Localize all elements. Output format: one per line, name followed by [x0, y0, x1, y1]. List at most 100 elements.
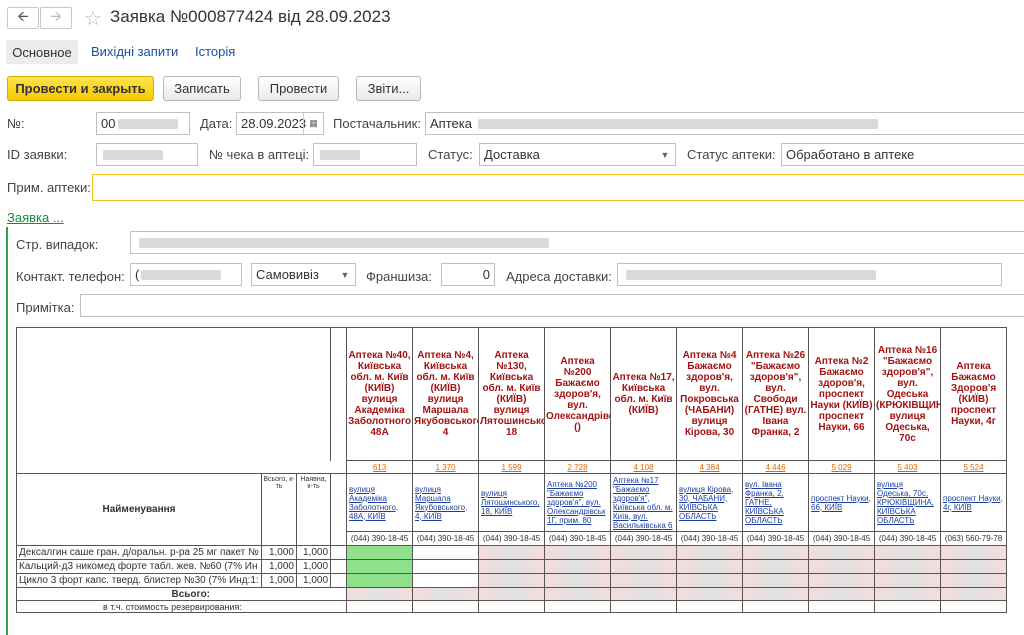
reserve-cost-label: в т.ч. стоимость резервирования: [15, 600, 348, 613]
pharmacy-header-9: Аптека №16 "Бажаємо здоров'я", вул. Одес… [874, 327, 942, 461]
pharmacy-address-6[interactable]: вулиця Кірова, 30, ЧАБАНИ, КИЇВСЬКА ОБЛА… [676, 473, 744, 532]
page-title: Заявка №000877424 від 28.09.2023 [110, 7, 391, 26]
pharmacy-phone-8: (044) 390-18-45 [808, 531, 876, 546]
pharmacy-phone-2: (044) 390-18-45 [412, 531, 480, 546]
pharmacy-comparison-table: Аптека №40, Київська обл. м. Київ (КИЇВ)… [15, 327, 1008, 613]
pharmacy-status-label: Статус аптеки: [687, 147, 776, 162]
forward-button[interactable]: 🡪 [40, 7, 72, 29]
pharmacy-address-10[interactable]: проспект Науки, 4г, КИЇВ [940, 473, 1008, 532]
price-cell[interactable] [346, 573, 414, 588]
chevron-down-icon[interactable]: ▼ [655, 144, 675, 165]
price-cell[interactable] [346, 545, 414, 560]
pickup-select[interactable]: Самовивіз ▼ [251, 263, 356, 286]
item-total-qty: 1,000 [261, 559, 297, 574]
pharmacy-header-1: Аптека №40, Київська обл. м. Київ (КИЇВ)… [346, 327, 414, 461]
pharmacy-phone-6: (044) 390-18-45 [676, 531, 744, 546]
pharmacy-number-8[interactable]: 5 029 [808, 460, 876, 474]
total-qty-header: Всього, к-ть [261, 473, 297, 546]
total-row-label: Всього: [15, 587, 348, 601]
reports-button[interactable]: Звіти... [356, 76, 421, 101]
pharmacy-address-1[interactable]: вулиця Академіка Заболотного, 48А, КИЇВ [346, 473, 414, 532]
pharmacy-address-9[interactable]: вулиця Одеська, 70с, КРЮКІВЩИНА, КИЇВСЬК… [874, 473, 942, 532]
table-row[interactable]: Кальций-д3 никомед форте табл. жев. №60 … [16, 559, 1008, 574]
pharmacy-header-7: Аптека №26 "Бажаємо здоров'я", вул. Своб… [742, 327, 810, 461]
pharmacy-address-2[interactable]: вулиця Маршала Якубовського, 4, КИЇВ [412, 473, 480, 532]
status-label: Статус: [428, 147, 473, 162]
item-name: Цикло 3 форт капс. тверд. блистер №30 (7… [16, 573, 262, 588]
pharmacy-number-1[interactable]: 613 [346, 460, 414, 474]
pharmacy-number-9[interactable]: 5 403 [874, 460, 942, 474]
post-button[interactable]: Провести [258, 76, 339, 101]
save-button[interactable]: Записать [163, 76, 241, 101]
pharmacy-phone-3: (044) 390-18-45 [478, 531, 546, 546]
table-row[interactable]: Цикло 3 форт капс. тверд. блистер №30 (7… [16, 573, 1008, 588]
pharmacy-header-4: Аптека №200 Бажаємо здоров'я, вул. Олекс… [544, 327, 612, 461]
supplier-field[interactable]: Аптека [425, 112, 1024, 135]
pharmacy-number-3[interactable]: 1 599 [478, 460, 546, 474]
pharmacy-address-8[interactable]: проспект Науки, 66, КИЇВ [808, 473, 876, 532]
franchise-label: Франшиза: [366, 269, 433, 284]
pharmacy-phone-7: (044) 390-18-45 [742, 531, 810, 546]
delivery-address-label: Адреса доставки: [506, 269, 612, 284]
pharmacy-number-2[interactable]: 1 370 [412, 460, 480, 474]
pharmacy-number-7[interactable]: 4 446 [742, 460, 810, 474]
item-available-qty: 1,000 [295, 559, 332, 574]
table-corner [15, 327, 332, 461]
pharmacy-address-4[interactable]: Аптека №200 "Бажаємо здоров'я", вул. Оле… [544, 473, 612, 532]
pharmacy-phone-4: (044) 390-18-45 [544, 531, 612, 546]
pharmacy-header-5: Аптека №17, Київська обл. м. Київ (КИЇВ) [610, 327, 678, 461]
back-button[interactable]: 🡨 [7, 7, 39, 29]
pharmacy-header-2: Аптека №4, Київська обл. м. Київ (КИЇВ) … [412, 327, 480, 461]
tab-history[interactable]: Історія [195, 44, 235, 59]
calendar-icon[interactable]: ▦ [303, 113, 323, 134]
order-section-link[interactable]: Заявка ... [7, 210, 64, 225]
contact-phone-field[interactable]: ( [130, 263, 242, 286]
item-available-qty: 1,000 [295, 573, 332, 588]
remark-field[interactable] [80, 294, 1024, 317]
post-and-close-button[interactable]: Провести и закрыть [7, 76, 154, 101]
pharmacy-header-3: Аптека №130, Київська обл. м. Київ (КИЇВ… [478, 327, 546, 461]
order-id-label: ID заявки: [7, 147, 68, 162]
pharmacy-header-8: Аптека №2 Бажаємо здоров'я, проспект Нау… [808, 327, 876, 461]
star-icon[interactable]: ☆ [84, 6, 102, 31]
pharmacy-number-10[interactable]: 5 524 [940, 460, 1008, 474]
delivery-address-field[interactable] [617, 263, 1002, 286]
insurance-case-label: Стр. випадок: [16, 237, 99, 252]
pharmacy-header-10: Аптека Бажаємо Здоров'я (КИЇВ) проспект … [940, 327, 1008, 461]
number-field[interactable]: 00 [96, 112, 190, 135]
pharmacy-note-field[interactable] [92, 174, 1024, 201]
pharmacy-phone-9: (044) 390-18-45 [874, 531, 942, 546]
table-row[interactable]: Дексалгин саше гран. д/оральн. р-ра 25 м… [16, 545, 1008, 560]
pharmacy-phone-10: (063) 560-79-78 [940, 531, 1008, 546]
pharmacy-number-6[interactable]: 4 384 [676, 460, 744, 474]
pharmacy-phone-5: (044) 390-18-45 [610, 531, 678, 546]
arrow-left-icon: 🡨 [17, 8, 29, 24]
pharmacy-phone-1: (044) 390-18-45 [346, 531, 414, 546]
item-total-qty: 1,000 [261, 573, 297, 588]
pharmacy-address-3[interactable]: вулиця Лятошинського, 18, КИЇВ [478, 473, 546, 532]
insurance-case-field[interactable] [130, 231, 1024, 254]
order-id-field[interactable] [96, 143, 198, 166]
pharmacy-address-5[interactable]: Аптека №17 "Бажаємо здоров'я", Київська … [610, 473, 678, 532]
pharmacy-note-label: Прим. аптеки: [7, 180, 91, 195]
name-column-header: Найменування [16, 473, 262, 546]
item-name: Кальций-д3 никомед форте табл. жев. №60 … [16, 559, 262, 574]
remark-label: Примітка: [16, 300, 75, 315]
chevron-down-icon[interactable]: ▼ [335, 264, 355, 285]
pharmacy-number-4[interactable]: 2 728 [544, 460, 612, 474]
date-field[interactable]: 28.09.2023 ▦ [236, 112, 324, 135]
franchise-field[interactable]: 0 [441, 263, 495, 286]
pharmacy-number-5[interactable]: 4 108 [610, 460, 678, 474]
number-label: №: [7, 116, 25, 131]
status-select[interactable]: Доставка ▼ [479, 143, 676, 166]
check-number-field[interactable] [313, 143, 417, 166]
pharmacy-address-7[interactable]: вул. Івана Франка, 2, ГАТНЕ, КИЇВСЬКА ОБ… [742, 473, 810, 532]
price-cell[interactable] [346, 559, 414, 574]
tab-outgoing-requests[interactable]: Вихідні запити [91, 44, 178, 59]
date-label: Дата: [200, 116, 233, 131]
tab-main[interactable]: Основное [6, 40, 78, 64]
contact-phone-label: Контакт. телефон: [16, 269, 125, 284]
check-number-label: № чека в аптеці: [209, 147, 310, 162]
pharmacy-status-field[interactable]: Обработано в аптеке [781, 143, 1024, 166]
available-qty-header: Наявна, к-ть [295, 473, 332, 546]
